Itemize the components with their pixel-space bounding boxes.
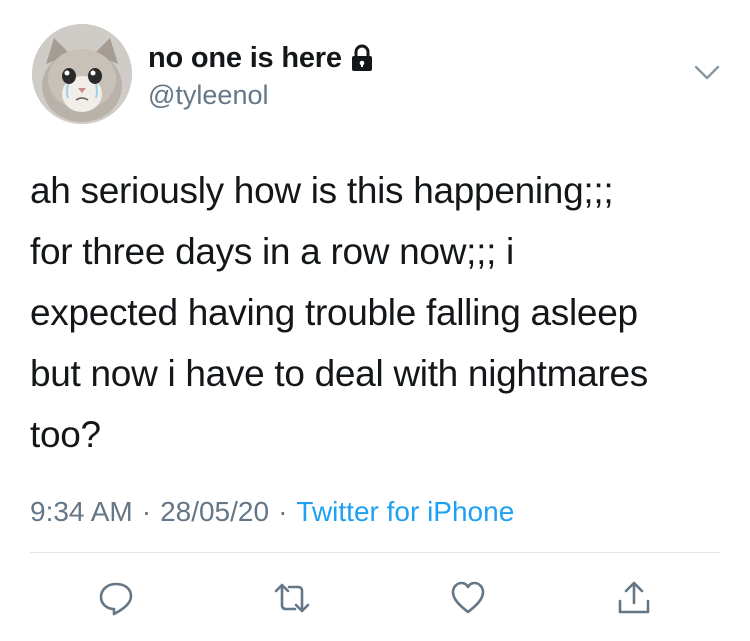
share-button[interactable] [612, 576, 656, 620]
display-name[interactable]: no one is here [148, 42, 342, 75]
tweet-line: too? [30, 414, 101, 455]
like-button[interactable] [446, 576, 490, 620]
tweet-line: but now i have to deal with nightmares [30, 353, 648, 394]
tweet-card: no one is here @tyleenol ah seriously ho… [0, 0, 750, 641]
tweet-line: for three days in a row now;;; i [30, 231, 514, 272]
share-icon [618, 581, 650, 614]
action-bar [0, 572, 750, 622]
tweet-line: ah seriously how is this happening;;; [30, 170, 614, 211]
lock-icon [350, 44, 374, 72]
retweet-button[interactable] [270, 576, 314, 620]
chevron-down-icon[interactable] [694, 64, 720, 82]
tweet-date[interactable]: 28/05/20 [160, 496, 269, 528]
crying-cat-avatar-icon [32, 24, 132, 124]
tweet-source-link[interactable]: Twitter for iPhone [296, 496, 514, 528]
user-handle[interactable]: @tyleenol [148, 80, 268, 111]
avatar[interactable] [32, 24, 132, 124]
display-name-row: no one is here [148, 40, 374, 76]
tweet-time[interactable]: 9:34 AM [30, 496, 133, 528]
divider [30, 552, 720, 553]
reply-button[interactable] [94, 576, 138, 620]
meta-separator: · [141, 496, 152, 527]
retweet-icon [274, 583, 310, 613]
heart-icon [451, 581, 485, 614]
reply-icon [99, 582, 133, 616]
tweet-meta: 9:34 AM · 28/05/20 · Twitter for iPhone [30, 492, 514, 532]
tweet-text: ah seriously how is this happening;;; fo… [30, 160, 730, 465]
meta-separator: · [278, 496, 288, 527]
tweet-line: expected having trouble falling asleep [30, 292, 638, 333]
